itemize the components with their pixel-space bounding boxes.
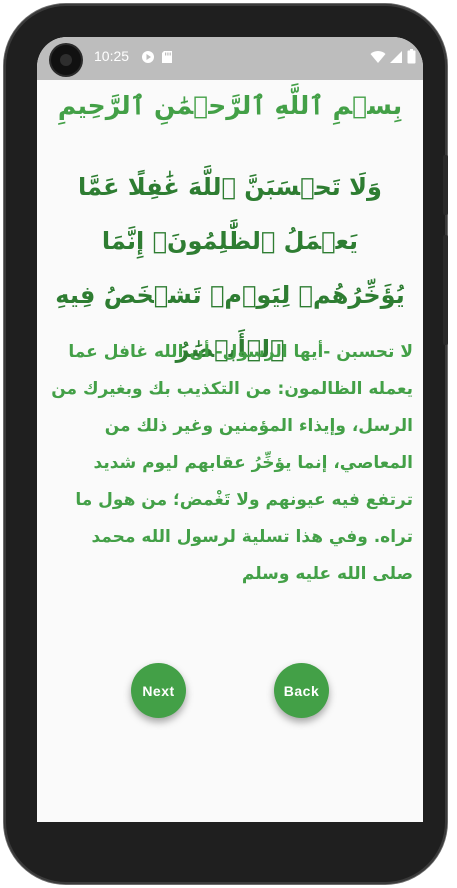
battery-icon bbox=[407, 49, 416, 68]
screen: 10:25 بِسۡمِ ٱللَّهِ ٱلرَّحۡمَٰنِ ٱلرَّح… bbox=[37, 37, 423, 822]
next-button[interactable]: Next bbox=[131, 663, 186, 718]
status-bar: 10:25 bbox=[37, 37, 423, 80]
sd-card-icon bbox=[161, 49, 173, 68]
basmala-heading: بِسۡمِ ٱللَّهِ ٱلرَّحۡمَٰنِ ٱلرَّحِيمِ bbox=[57, 91, 403, 120]
signal-icon bbox=[389, 49, 403, 68]
tafsir-text: لا تحسبن -أيها الرسول- أن الله غافل عما … bbox=[51, 342, 413, 584]
wifi-icon bbox=[370, 49, 386, 68]
play-protect-icon bbox=[141, 49, 155, 68]
front-camera bbox=[51, 45, 81, 75]
volume-button bbox=[443, 235, 448, 345]
status-time: 10:25 bbox=[94, 48, 130, 64]
power-button bbox=[443, 155, 448, 215]
content-area: بِسۡمِ ٱللَّهِ ٱلرَّحۡمَٰنِ ٱلرَّحِيمِ و… bbox=[37, 80, 423, 822]
back-button[interactable]: Back bbox=[274, 663, 329, 718]
